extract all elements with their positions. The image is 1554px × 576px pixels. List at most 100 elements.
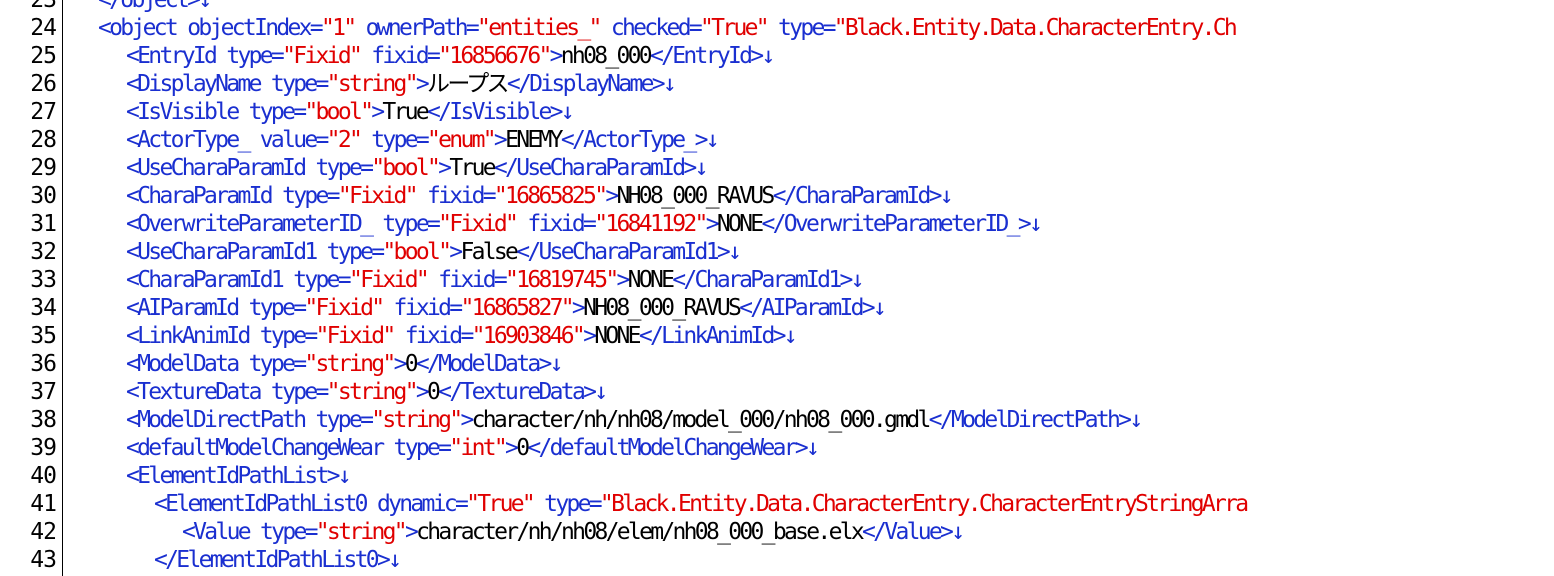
eol-marker-icon: ↓ — [872, 295, 887, 321]
xml-attribute-token: type= — [248, 351, 307, 377]
eol-marker-icon: ↓ — [560, 99, 575, 125]
code-editor[interactable]: 23 </object>↓ 24 <object objectIndex="1" ow… — [0, 0, 1554, 576]
xml-tag-token: <UseCharaParamId — [126, 155, 316, 181]
code-text: <AIParamId type="Fixid" fixid="16865827"… — [126, 294, 887, 322]
code-line[interactable]: 30 <CharaParamId type="Fixid" fixid="1686… — [0, 182, 1554, 210]
xml-tag-token: </ModelDirectPath> — [928, 407, 1132, 433]
eol-marker-icon: ↓ — [951, 519, 965, 545]
code-line[interactable]: 24 <object objectIndex="1" ownerPath="ent… — [0, 14, 1554, 42]
xml-attribute-token: type= — [533, 491, 602, 517]
code-text: <DisplayName type="string">ループス</Display… — [126, 70, 677, 98]
code-text: <CharaParamId type="Fixid" fixid="168658… — [126, 182, 954, 210]
xml-value-token: "bool" — [371, 155, 441, 181]
code-line[interactable]: 31 <OverwriteParameterID_ type="Fixid" fi… — [0, 210, 1554, 238]
code-line[interactable]: 32 <UseCharaParamId1 type="bool">False</U… — [0, 238, 1554, 266]
line-number: 37 — [30, 379, 57, 405]
xml-tag-token: </ElementIdPathList0> — [154, 547, 391, 573]
xml-text-token: 0 — [427, 379, 441, 405]
xml-tag-token: > — [404, 519, 419, 545]
code-line[interactable]: 38 <ModelDirectPath type="string">charact… — [0, 406, 1554, 434]
xml-tag-token: > — [438, 155, 452, 181]
code-line[interactable]: 28 <ActorType_ value="2" type="enum">ENEM… — [0, 126, 1554, 154]
xml-value-token: "bool" — [382, 239, 452, 265]
code-line[interactable]: 34 <AIParamId type="Fixid" fixid="1686582… — [0, 294, 1554, 322]
line-number: 30 — [30, 183, 57, 209]
line-number: 27 — [30, 99, 57, 125]
line-number: 41 — [30, 491, 57, 517]
eol-marker-icon: ↓ — [1129, 407, 1143, 433]
code-text: <TextureData type="string">0</TextureDat… — [126, 378, 608, 406]
line-number: 39 — [30, 435, 57, 461]
xml-attribute-token: fixid= — [516, 211, 597, 237]
xml-attribute-token: type= — [766, 15, 836, 41]
code-line[interactable]: 42 <Value type="string">character/nh/nh08… — [0, 518, 1554, 546]
xml-tag-token: > — [371, 99, 385, 125]
xml-text-token: character/nh/nh08/model_000/nh08_000.gmd… — [471, 407, 932, 433]
xml-tag-token: </TextureData> — [438, 379, 597, 405]
xml-attribute-token: objectIndex= — [187, 15, 323, 41]
xml-text-token: NH08_000_RAVUS — [583, 295, 742, 321]
code-text: </ElementIdPathList0>↓ — [154, 546, 402, 574]
code-lines[interactable]: 23 </object>↓ 24 <object objectIndex="1" ow… — [0, 0, 1554, 574]
xml-attribute-token: type= — [315, 407, 374, 433]
xml-tag-token: </OverwriteParameterID_> — [761, 211, 1031, 237]
code-line[interactable]: 37 <TextureData type="string">0</TextureD… — [0, 378, 1554, 406]
xml-tag-token: > — [605, 183, 619, 209]
line-number: 38 — [30, 407, 57, 433]
xml-attribute-token: fixid= — [427, 267, 508, 293]
xml-tag-token: > — [493, 127, 508, 153]
xml-attribute-token: type= — [260, 519, 318, 545]
xml-text-token: nh08_000 — [560, 43, 653, 69]
eol-marker-icon: ↓ — [594, 379, 608, 405]
xml-value-token: "16819745" — [505, 267, 619, 293]
code-line[interactable]: 23 </object>↓ — [0, 0, 1554, 14]
xml-value-token: "16903846" — [471, 323, 586, 349]
code-line[interactable]: 29 <UseCharaParamId type="bool">True</Use… — [0, 154, 1554, 182]
code-text: <EntryId type="Fixid" fixid="16856676">n… — [126, 42, 775, 70]
line-number: 40 — [30, 463, 57, 489]
code-text: <UseCharaParamId type="bool">True</UseCh… — [126, 154, 708, 182]
xml-text-token: False — [460, 239, 518, 265]
xml-attribute-token: type= — [393, 435, 452, 461]
xml-value-token: "16865825" — [493, 183, 608, 209]
xml-attribute-token: fixid= — [382, 295, 464, 321]
line-number: 43 — [30, 547, 57, 573]
code-line[interactable]: 27 <IsVisible type="bool">True</IsVisible… — [0, 98, 1554, 126]
xml-tag-token: </CharaParamId> — [772, 183, 943, 209]
code-line[interactable]: 35 <LinkAnimId type="Fixid" fixid="169038… — [0, 322, 1554, 350]
code-text: <defaultModelChangeWear type="int">0</de… — [126, 434, 820, 462]
xml-tag-token: <ElementIdPathList> — [126, 463, 340, 489]
xml-value-token: "string" — [304, 351, 396, 377]
code-line[interactable]: 43 </ElementIdPathList0>↓ — [0, 546, 1554, 574]
xml-value-token: "string" — [326, 379, 419, 405]
code-text: <ModelData type="string">0</ModelData>↓ — [126, 350, 564, 378]
line-number: 36 — [30, 351, 57, 377]
xml-text-token: character/nh/nh08/elem/nh08_000_base.elx — [416, 519, 865, 545]
xml-tag-token: <EntryId — [126, 43, 227, 69]
xml-tag-token: > — [393, 351, 408, 377]
code-line[interactable]: 40 <ElementIdPathList>↓ — [0, 462, 1554, 490]
xml-value-token: "bool" — [304, 99, 374, 125]
xml-tag-token: <defaultModelChangeWear — [126, 435, 394, 461]
eol-marker-icon: ↓ — [806, 435, 820, 461]
xml-value-token: "Fixid" — [438, 211, 519, 237]
xml-tag-token: </UseCharaParamId> — [493, 155, 697, 181]
xml-tag-token: <Value — [182, 519, 261, 545]
xml-tag-token: </UseCharaParamId1> — [516, 239, 730, 265]
code-text: <LinkAnimId type="Fixid" fixid="16903846… — [126, 322, 798, 350]
xml-tag-token: > — [449, 239, 463, 265]
code-text: <object objectIndex="1" ownerPath="entit… — [98, 14, 1238, 42]
code-line[interactable]: 39 <defaultModelChangeWear type="int">0</… — [0, 434, 1554, 462]
line-number: 32 — [30, 239, 57, 265]
xml-tag-token: > — [705, 211, 720, 237]
code-line[interactable]: 26 <DisplayName type="string">ループス</Displ… — [0, 70, 1554, 98]
code-line[interactable]: 36 <ModelData type="string">0</ModelData>… — [0, 350, 1554, 378]
code-line[interactable]: 25 <EntryId type="Fixid" fixid="16856676"… — [0, 42, 1554, 70]
eol-marker-icon: ↓ — [705, 127, 720, 153]
xml-tag-token: <OverwriteParameterID_ — [126, 211, 383, 237]
line-number: 24 — [30, 15, 57, 41]
line-number: 25 — [30, 43, 57, 69]
code-line[interactable]: 41 <ElementIdPathList0 dynamic="True" typ… — [0, 490, 1554, 518]
line-number: 29 — [30, 155, 57, 181]
code-line[interactable]: 33 <CharaParamId1 type="Fixid" fixid="168… — [0, 266, 1554, 294]
